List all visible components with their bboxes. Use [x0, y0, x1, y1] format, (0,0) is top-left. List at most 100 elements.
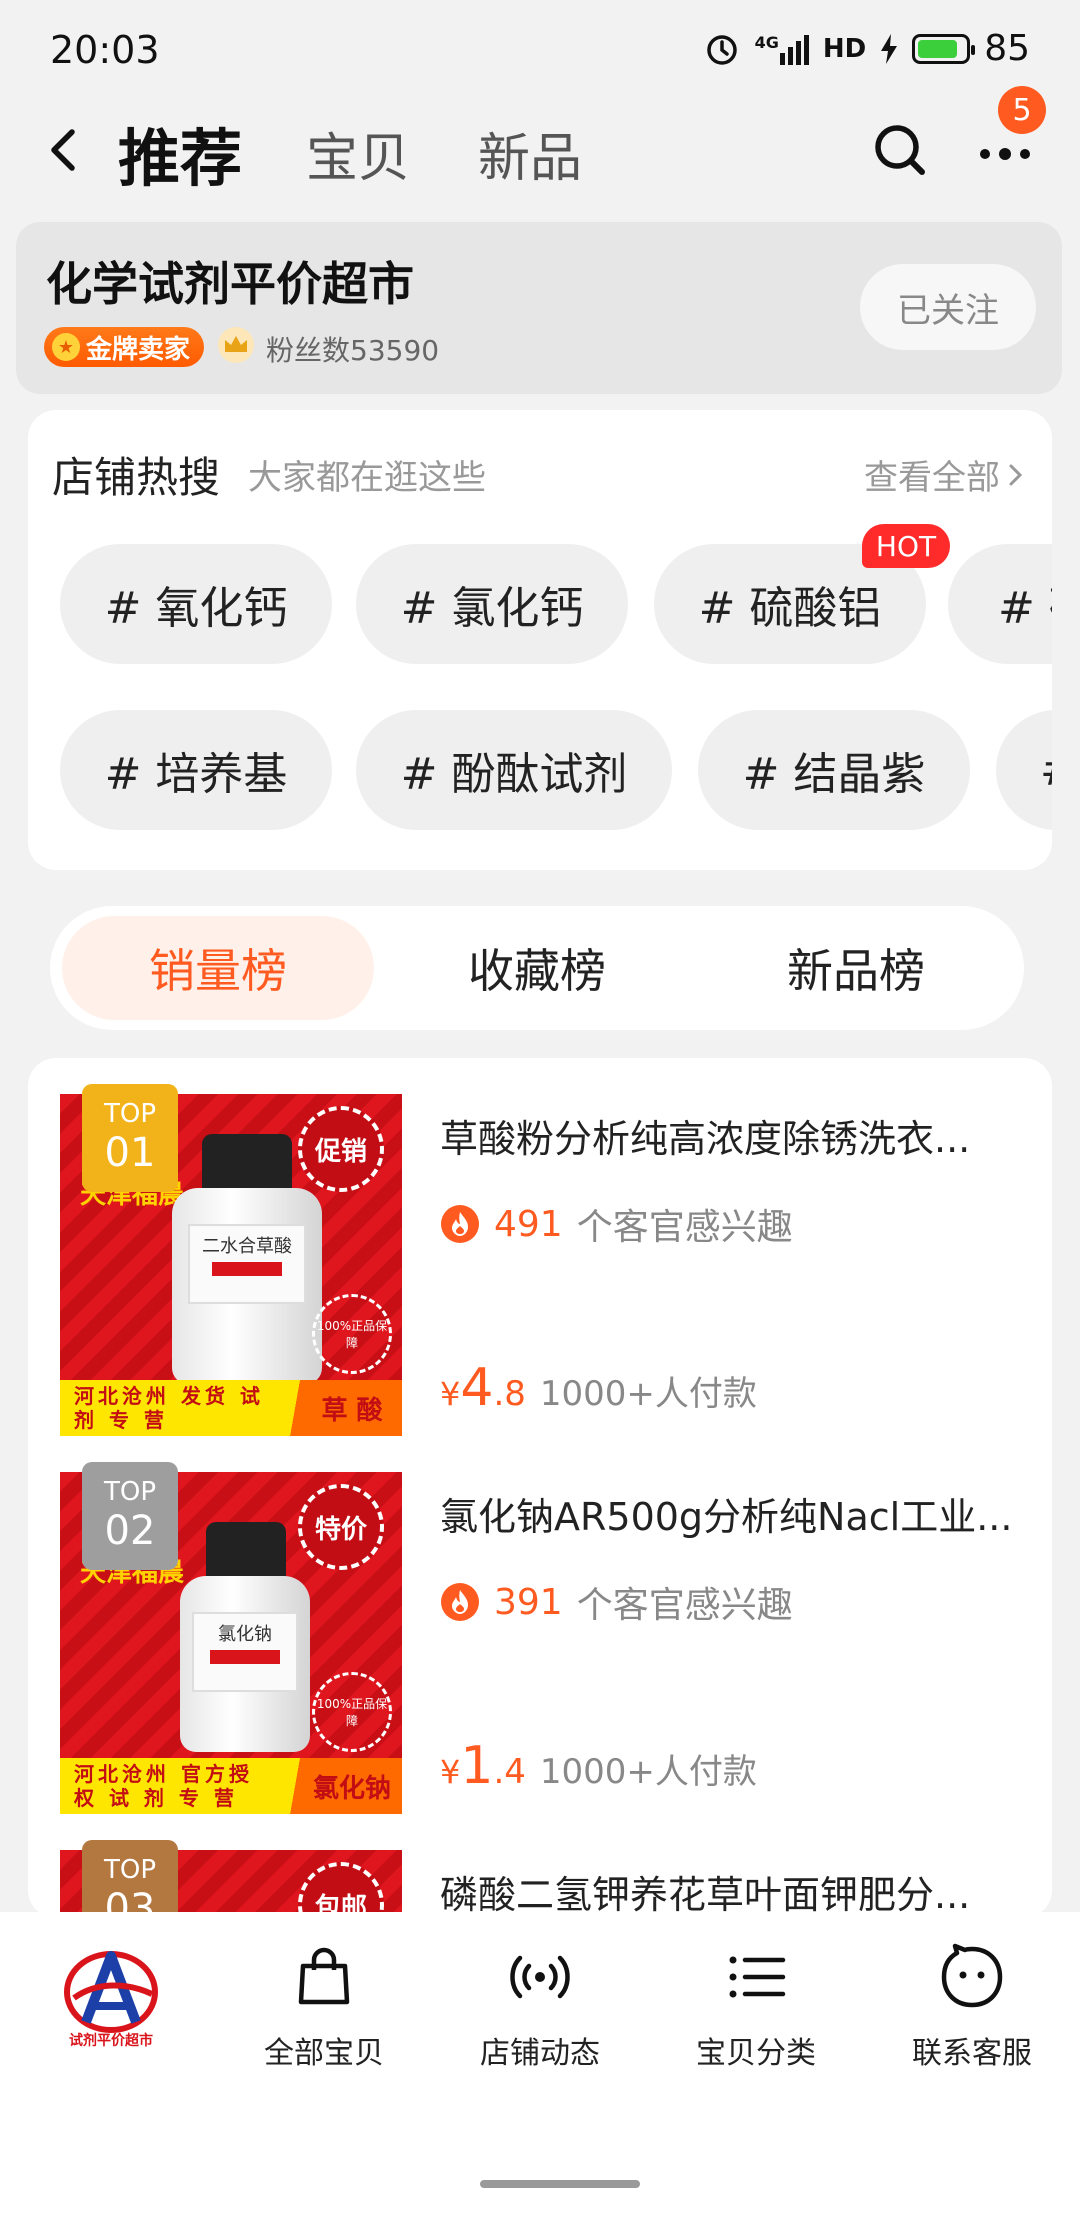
alarm-icon [703, 30, 741, 68]
interest-row: 491 个客官感兴趣 [440, 1198, 793, 1250]
guarantee-seal: 100%正品保障 [312, 1672, 392, 1752]
rank-top-label: TOP [103, 1477, 157, 1507]
gold-coin-icon: ★ [52, 333, 80, 361]
image-strip-text: 河北沧州 官方授权 试 剂 专 营 [74, 1762, 253, 1810]
battery-icon [912, 33, 976, 64]
currency-symbol: ¥ [440, 1375, 461, 1413]
rank-badge: TOP 03 [82, 1840, 178, 1918]
tab-sales-rank[interactable]: 销量榜 [62, 916, 374, 1020]
hot-search-chip[interactable]: # 培养基 [60, 710, 332, 830]
interest-row: 391 个客官感兴趣 [440, 1576, 793, 1628]
shop-logo[interactable]: 试剂平价超市 [56, 1942, 166, 2052]
tab-new-rank[interactable]: 新品榜 [700, 916, 1012, 1020]
price-integer: 4 [460, 1358, 494, 1418]
tab-items[interactable]: 宝贝 [306, 116, 410, 191]
status-bar: 20:03 4G HD 85 [0, 0, 1080, 100]
hot-search-chip[interactable]: # 氧化钙 [60, 544, 332, 664]
gold-seller-label: 金牌卖家 [86, 334, 191, 365]
hot-search-chip[interactable]: # 氯化钙 [356, 544, 628, 664]
chevron-left-icon [51, 129, 75, 171]
interest-count: 391 [494, 1581, 563, 1623]
rank-number: 01 [104, 1130, 156, 1176]
nav-shop-updates-label: 店铺动态 [480, 2036, 600, 2071]
shop-name[interactable]: 化学试剂平价超市 [46, 248, 414, 314]
signal-icon: 4G [755, 33, 809, 65]
hot-search-subtitle: 大家都在逛这些 [248, 458, 486, 498]
broadcast-icon [510, 1955, 570, 1999]
network-type: 4G [754, 32, 779, 52]
nav-categories-label: 宝贝分类 [696, 2036, 816, 2071]
image-product-name: 草 酸 [272, 1380, 402, 1436]
hot-search-chip[interactable]: # 酚酞试剂 [356, 710, 672, 830]
price-integer: 1 [460, 1736, 494, 1796]
hot-search-chip[interactable]: # 硫 [948, 544, 1052, 664]
rank-top-label: TOP [103, 1855, 157, 1885]
nav-customer-service-label: 联系客服 [912, 2036, 1032, 2071]
interest-text: 个客官感兴趣 [576, 1585, 793, 1626]
chat-face-icon [941, 1943, 1003, 2008]
shop-logo-text: 试剂平价超市 [69, 2033, 153, 2049]
fire-icon [441, 1205, 479, 1243]
status-icons: 4G HD 85 [703, 28, 1030, 69]
hot-search-chip[interactable]: # 结晶紫 [698, 710, 970, 830]
rank-number: 02 [104, 1508, 156, 1554]
list-icon [729, 1956, 786, 1998]
bottle-label: 二水合草酸 [202, 1236, 292, 1257]
home-indicator[interactable] [480, 2180, 640, 2188]
price-decimal: .4 [493, 1752, 526, 1792]
nav-all-items[interactable]: 全部宝贝 [224, 1942, 424, 2092]
hd-icon: HD [822, 33, 867, 64]
see-all-label: 查看全部 [864, 458, 1000, 498]
search-button[interactable] [870, 120, 930, 180]
image-product-name: 氯化钠 [272, 1758, 402, 1814]
nav-shop-updates[interactable]: 店铺动态 [440, 1942, 640, 2092]
tab-recommend[interactable]: 推荐 [118, 108, 242, 198]
price-decimal: .8 [493, 1374, 526, 1414]
product-title[interactable]: 磷酸二氢钾养花草叶面钾肥分... [440, 1864, 1020, 1918]
nav-categories[interactable]: 宝贝分类 [656, 1942, 856, 2092]
ranking-tabs: 销量榜 收藏榜 新品榜 [50, 906, 1024, 1030]
chevron-right-icon [1009, 464, 1023, 485]
sold-count: 1000+人付款 [539, 1752, 757, 1792]
hot-search-section: 店铺热搜 大家都在逛这些 查看全部 # 氧化钙 # 氯化钙 # 硫酸铝 # 硫 … [28, 410, 1052, 870]
fire-icon [441, 1583, 479, 1621]
back-button[interactable] [40, 120, 90, 180]
search-icon [875, 125, 925, 175]
bottle-image: 氯化钠 [180, 1522, 310, 1752]
battery-level: 85 [984, 28, 1030, 69]
product-item[interactable]: 包邮 TOP 03 磷酸二氢钾养花草叶面钾肥分... [28, 1814, 1052, 1918]
product-item[interactable]: 天津福晨 氯化钠 特价 100%正品保障 河北沧州 官方授权 试 剂 专 营 氯… [28, 1436, 1052, 1814]
hot-tag: HOT [862, 524, 950, 568]
product-title[interactable]: 氯化钠AR500g分析纯Nacl工业... [440, 1486, 1020, 1541]
notification-badge: 5 [998, 86, 1046, 134]
top-nav: 推荐 宝贝 新品 [0, 100, 1080, 200]
price-row: ¥ 4 .8 1000+人付款 [440, 1358, 757, 1418]
nav-customer-service[interactable]: 联系客服 [872, 1942, 1072, 2092]
guarantee-seal: 100%正品保障 [312, 1294, 392, 1374]
interest-text: 个客官感兴趣 [576, 1207, 793, 1248]
follow-button[interactable]: 已关注 [860, 264, 1036, 350]
bottle-image: 二水合草酸 [172, 1134, 322, 1384]
bottle-label: 氯化钠 [218, 1624, 272, 1645]
tab-new[interactable]: 新品 [478, 116, 582, 191]
rank-badge: TOP 01 [82, 1084, 178, 1192]
product-item[interactable]: 天津福晨 二水合草酸 促销 100%正品保障 河北沧州 发货 试 剂 专 营 草… [28, 1058, 1052, 1436]
hot-search-chip[interactable]: # [996, 710, 1052, 830]
rank-badge: TOP 02 [82, 1462, 178, 1570]
fans-count: 粉丝数53590 [266, 334, 440, 367]
interest-count: 491 [494, 1203, 563, 1245]
image-strip-text: 河北沧州 发货 试 剂 专 营 [74, 1384, 264, 1432]
shop-header: 化学试剂平价超市 ★ 金牌卖家 粉丝数53590 已关注 [16, 222, 1062, 394]
product-list: 天津福晨 二水合草酸 促销 100%正品保障 河北沧州 发货 试 剂 专 营 草… [28, 1058, 1052, 1918]
tab-favorites-rank[interactable]: 收藏榜 [381, 916, 693, 1020]
charging-icon [880, 33, 898, 64]
currency-symbol: ¥ [440, 1753, 461, 1791]
shopping-bag-icon [298, 1947, 350, 2005]
see-all-link[interactable]: 查看全部 [864, 450, 1026, 499]
nav-all-items-label: 全部宝贝 [264, 2036, 384, 2071]
price-row: ¥ 1 .4 1000+人付款 [440, 1736, 757, 1796]
product-title[interactable]: 草酸粉分析纯高浓度除锈洗衣... [440, 1108, 1020, 1163]
status-time: 20:03 [50, 28, 160, 72]
promo-seal: 促销 [298, 1106, 384, 1192]
crown-icon [218, 327, 254, 363]
